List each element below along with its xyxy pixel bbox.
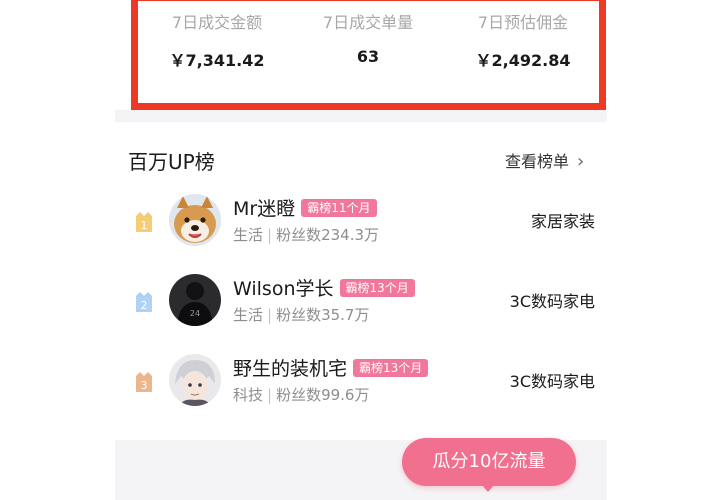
stat-label: 7日成交金额 [171,13,263,32]
backdrop-left [0,0,115,500]
view-ranking-label: 查看榜单 [505,152,570,171]
creator-fans: 粉丝数234.3万 [276,226,380,244]
creator-meta: 生活 | 粉丝数234.3万 [233,224,379,245]
shiba-avatar[interactable] [169,194,221,246]
rank-badge: 霸榜13个月 [353,358,429,377]
stat-value: ￥7,341.42 [169,51,265,70]
divider: | [267,386,273,404]
rank-badge: 霸榜11个月 [301,198,377,217]
stat-value: ￥2,492.84 [475,51,571,70]
promo-pointer [481,484,495,492]
ranking-card: 百万UP榜 查看榜单 › 1 Mr迷瞪 霸榜11个月 生活 | 粉丝数234.3… [115,122,607,440]
creator-fans: 粉丝数35.7万 [276,306,370,324]
rank-badge: 霸榜13个月 [339,278,415,297]
name-line: Mr迷瞪 霸榜11个月 [233,194,377,221]
ranking-row[interactable]: 1 Mr迷瞪 霸榜11个月 生活 | 粉丝数234.3万 家居家装 [115,184,607,264]
promo-button[interactable]: 瓜分10亿流量 [402,438,576,486]
view-ranking-link[interactable]: 查看榜单 › [505,148,584,172]
creator-field: 科技 [233,386,264,404]
ranking-row[interactable]: 3 野生的装机宅 霸榜13个月 科技 | 粉丝数99.6万 3C数码家电 [115,344,607,424]
creator-name[interactable]: 野生的装机宅 [233,358,347,380]
svg-text:24: 24 [190,309,200,318]
medal-rank: 2 [141,299,148,312]
anime-avatar[interactable] [169,354,221,406]
stat-label: 7日成交单量 [322,13,414,32]
backdrop-right [605,0,720,500]
ranking-row[interactable]: 2 24 Wilson学长 霸榜13个月 生活 | 粉丝数35.7万 3C数码家电 [115,264,607,344]
section-divider [115,110,607,122]
medal-icon: 1 [136,212,152,232]
creator-name[interactable]: Mr迷瞪 [233,198,295,220]
divider: | [267,226,273,244]
creator-meta: 科技 | 粉丝数99.6万 [233,384,369,405]
creator-field: 生活 [233,226,264,244]
name-line: Wilson学长 霸榜13个月 [233,274,415,301]
ranking-title: 百万UP榜 [128,150,215,174]
creator-meta: 生活 | 粉丝数35.7万 [233,304,369,325]
creator-category: 3C数码家电 [509,372,595,391]
stat-value: 63 [356,47,380,66]
medal-icon: 3 [136,372,152,392]
divider: | [267,306,273,324]
stat-label: 7日预估佣金 [477,13,569,32]
page: 7日成交金额 ￥7,341.42 7日成交单量 63 7日预估佣金 ￥2,492… [0,0,720,500]
chevron-right-icon: › [577,151,585,172]
creator-category: 3C数码家电 [509,292,595,311]
medal-icon: 2 [136,292,152,312]
dark-figure-avatar[interactable]: 24 [169,274,221,326]
stats-card: 7日成交金额 ￥7,341.42 7日成交单量 63 7日预估佣金 ￥2,492… [131,0,606,110]
creator-field: 生活 [233,306,264,324]
name-line: 野生的装机宅 霸榜13个月 [233,354,429,381]
creator-category: 家居家装 [530,212,595,231]
medal-rank: 1 [141,219,148,232]
creator-fans: 粉丝数99.6万 [276,386,370,404]
creator-name[interactable]: Wilson学长 [233,278,334,300]
medal-rank: 3 [141,379,148,392]
